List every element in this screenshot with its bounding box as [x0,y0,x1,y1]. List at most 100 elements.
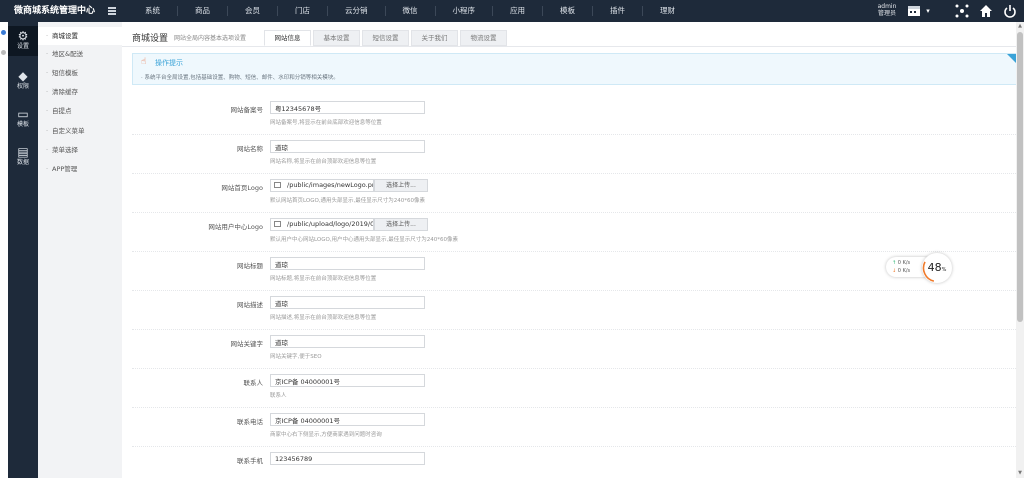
nav-templates[interactable]: 模板 [543,6,593,16]
nav-wechat[interactable]: 微信 [386,6,436,16]
sidebar-item-data[interactable]: ▤ 数据 [8,142,38,172]
form-row-phone: 联系电话 商家中心右下侧显示,方便商家遇到问题时咨询 [132,407,1016,447]
field-hint: 网站标题,将显示在前台顶部欢迎信息等位置 [270,276,377,282]
field-hint: 商家中心右下侧显示,方便商家遇到问题时咨询 [270,432,382,438]
scroll-up-icon[interactable]: ▲ [1016,23,1024,29]
contact-phone-input[interactable] [270,413,425,426]
home-logo-upload-button[interactable]: 选择上传... [374,179,428,192]
nav-goods[interactable]: 商品 [178,6,228,16]
tab-sms-settings[interactable]: 短信设置 [362,30,409,46]
field-hint: 网站描述,将显示在前台顶部欢迎信息等位置 [270,315,377,321]
main-content: 商城设置 网站全局内容基本选项设置 网站信息 基本设置 短信设置 关于我们 物流… [122,22,1018,478]
field-hint: 网站名称,将显示在前台顶部欢迎信息等位置 [270,159,377,165]
subnav-item-app-management[interactable]: APP管理 [38,160,122,178]
field-label: 网站关键字 [230,340,264,348]
field-label: 网站描述 [237,301,263,309]
form-row-icp: 网站备案号 网站备案号,将显示在前台底部欢迎信息等位置 [132,95,1016,135]
scroll-thumb[interactable] [1017,32,1023,322]
subnav-item-region-shipping[interactable]: 地区&配送 [38,45,122,63]
subnav-item-custom-menu[interactable]: 自定义菜单 [38,122,122,140]
contact-mobile-input[interactable] [270,452,425,465]
main-sidebar: ⚙ 设置 ◆ 权限 ▭ 模板 ▤ 数据 [8,22,38,478]
edge-dot [1,50,6,55]
field-hint: 网站关键字,便于SEO [270,354,322,360]
tips-title: 操作提示 [155,59,183,67]
form-row-mobile: 联系手机 [132,446,1016,485]
home-icon[interactable] [978,4,994,18]
user-logo-upload-button[interactable]: 选择上传... [374,218,428,231]
tab-basic-settings[interactable]: 基本设置 [313,30,360,46]
gauge-percent: 48% [922,261,952,274]
user-logo-path[interactable]: /public/upload/logo/2019/0 [270,218,374,231]
field-hint: 默认用户中心网站LOGO,用户中心通用头部显示,最佳显示尺寸为240*60像素 [270,237,459,243]
form-row-site-name: 网站名称 网站名称,将显示在前台顶部欢迎信息等位置 [132,134,1016,174]
site-title-input[interactable] [270,257,425,270]
download-speed: ↓ 0 K/s [892,268,911,274]
page-scrollbar[interactable]: ▲ ▼ [1016,22,1024,478]
field-hint: 联系人 [270,393,287,399]
nav-mini-program[interactable]: 小程序 [436,6,493,16]
sidebar-item-label: 设置 [16,43,29,50]
form-row-keywords: 网站关键字 网站关键字,便于SEO [132,329,1016,369]
nav-finance[interactable]: 理财 [643,6,692,16]
chevron-down-icon[interactable]: ▾ [924,4,932,18]
top-nav: 系统 商品 会员 门店 云分销 微信 小程序 应用 模板 插件 理财 [128,0,692,22]
contact-person-input[interactable] [270,374,425,387]
brand-title: 微商城系统管理中心 [14,6,96,16]
gear-icon: ⚙ [17,29,29,43]
tab-site-info[interactable]: 网站信息 [264,30,311,46]
site-name-input[interactable] [270,140,425,153]
nav-members[interactable]: 会员 [228,6,278,16]
subnav-item-pickup-points[interactable]: 自提点 [38,102,122,120]
subnav-item-mall-settings[interactable]: 商城设置 [38,27,122,45]
image-icon [274,221,281,227]
tab-logistics-settings[interactable]: 物流设置 [460,30,507,46]
admin-info[interactable]: admin 管理员 [872,3,902,17]
nav-distribution[interactable]: 云分销 [328,6,386,16]
image-icon [274,182,281,188]
form-row-site-title: 网站标题 网站标题,将显示在前台顶部欢迎信息等位置 [132,251,1016,291]
subnav-item-menu-select[interactable]: 菜单选择 [38,141,122,159]
form-row-contact: 联系人 联系人 [132,368,1016,408]
upload-speed: ↑ 0 K/s [892,260,911,266]
page-subtitle: 网站全局内容基本选项设置 [174,35,247,42]
sidebar-item-permissions[interactable]: ◆ 权限 [8,66,38,96]
upload-speed-value: 0 K/s [897,260,911,266]
sitemap-icon[interactable] [954,4,970,18]
subnav-item-clear-cache[interactable]: 清除缓存 [38,83,122,101]
sub-nav: 商城设置 地区&配送 短信模板 清除缓存 自提点 自定义菜单 菜单选择 APP管… [38,22,123,478]
tips-text-content: 系统平台全局设置,包括基础设置、购物、短信、邮件、水印和分销等相关模块。 [144,75,339,81]
document-icon: ▤ [17,145,29,159]
memory-gauge: 48% [922,253,952,283]
sidebar-item-settings[interactable]: ⚙ 设置 [8,26,38,56]
site-description-input[interactable] [270,296,425,309]
top-bar: 微商城系统管理中心 系统 商品 会员 门店 云分销 微信 小程序 应用 模板 插… [0,0,1024,22]
hand-pointer-icon: ☝ [141,57,147,67]
sidebar-item-templates[interactable]: ▭ 模板 [8,104,38,134]
network-speed-widget[interactable]: ↑ 0 K/s ↓ 0 K/s 48% [886,253,958,283]
monitor-icon: ▭ [17,107,29,121]
form-row-user-logo: 网站用户中心Logo /public/upload/logo/2019/0 选择… [132,212,1016,252]
calendar-icon[interactable] [906,4,922,18]
nav-stores[interactable]: 门店 [278,6,328,16]
home-logo-path[interactable]: /public/images/newLogo.png [270,179,374,192]
tab-bar: 网站信息 基本设置 短信设置 关于我们 物流设置 [264,30,509,46]
subnav-item-sms-templates[interactable]: 短信模板 [38,64,122,82]
field-label: 网站用户中心Logo [208,223,263,231]
nav-apps[interactable]: 应用 [493,6,543,16]
nav-system[interactable]: 系统 [128,6,178,16]
scroll-down-icon[interactable]: ▼ [1016,470,1024,476]
page-title: 商城设置 [132,34,169,44]
admin-role: 管理员 [877,10,896,17]
field-label: 网站首页Logo [221,184,263,192]
field-label: 网站标题 [237,262,263,270]
menu-toggle-icon[interactable] [108,7,116,15]
field-label: 联系手机 [237,457,263,465]
nav-plugins[interactable]: 插件 [593,6,643,16]
site-keywords-input[interactable] [270,335,425,348]
icp-number-input[interactable] [270,101,425,114]
tab-about-us[interactable]: 关于我们 [411,30,458,46]
edge-dot [1,30,6,35]
power-icon[interactable] [1002,4,1018,18]
field-label: 网站名称 [237,145,263,153]
